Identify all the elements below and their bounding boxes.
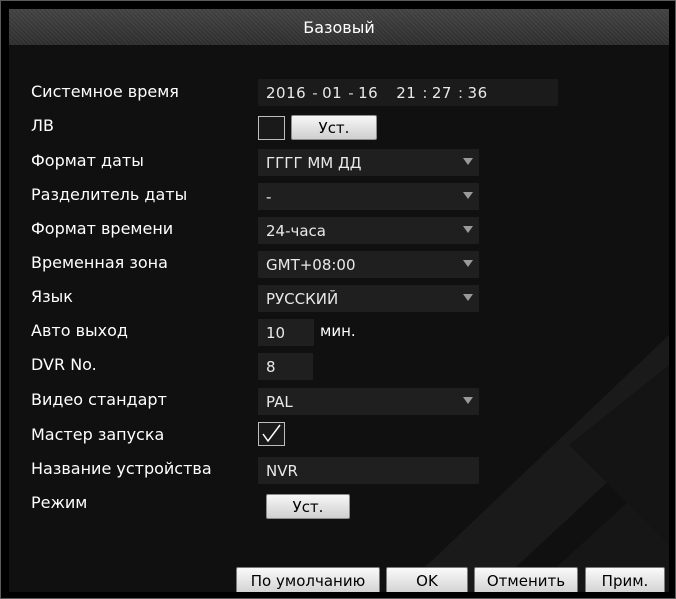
- dialog-title: Базовый: [303, 17, 375, 37]
- cancel-button[interactable]: Отменить: [474, 567, 578, 592]
- dialog-titlebar: Базовый: [9, 9, 669, 46]
- device-name-input[interactable]: NVR: [258, 457, 479, 484]
- video-standard-label: Видео стандарт: [31, 390, 167, 409]
- startup-wizard-label: Мастер запуска: [31, 425, 165, 444]
- chevron-down-icon[interactable]: [463, 397, 473, 404]
- time-format-label: Формат времени: [31, 219, 174, 238]
- language-label: Язык: [31, 287, 73, 306]
- system-time-second[interactable]: 36: [468, 84, 488, 102]
- system-time-hour[interactable]: 21: [396, 84, 416, 102]
- date-separator-value: -: [266, 187, 272, 206]
- time-separator-2: :: [457, 83, 464, 102]
- system-time-label: Системное время: [31, 82, 179, 101]
- date-separator-2: -: [348, 83, 355, 102]
- mode-label: Режим: [31, 493, 88, 512]
- date-separator-select[interactable]: -: [258, 183, 479, 210]
- device-name-label: Название устройства: [31, 459, 212, 478]
- default-button[interactable]: По умолчанию: [236, 567, 380, 592]
- date-format-select[interactable]: ГГГГ ММ ДД: [258, 149, 479, 176]
- video-standard-select[interactable]: PAL: [258, 388, 479, 415]
- auto-logout-unit: мин.: [320, 322, 356, 340]
- chevron-down-icon[interactable]: [463, 294, 473, 301]
- date-separator-label: Разделитель даты: [31, 185, 188, 204]
- language-select[interactable]: РУССКИЙ: [258, 285, 479, 312]
- settings-panel: Системное время 2016 - 01 - 16 21 : 27 :…: [9, 45, 669, 592]
- apply-button[interactable]: Прим.: [585, 567, 665, 592]
- time-format-value: 24-часа: [266, 221, 326, 240]
- startup-wizard-checkbox[interactable]: [258, 422, 285, 446]
- chevron-down-icon[interactable]: [463, 192, 473, 199]
- checkmark-icon: [262, 424, 281, 443]
- system-time-month[interactable]: 01: [322, 84, 342, 102]
- auto-logout-input[interactable]: 10: [258, 319, 314, 346]
- chevron-down-icon[interactable]: [463, 260, 473, 267]
- system-time-minute[interactable]: 27: [432, 84, 452, 102]
- ok-button[interactable]: OK: [386, 567, 468, 592]
- time-zone-select[interactable]: GMT+08:00: [258, 251, 479, 278]
- date-format-label: Формат даты: [31, 151, 144, 170]
- date-separator-1: -: [312, 83, 319, 102]
- chevron-down-icon[interactable]: [463, 226, 473, 233]
- dst-checkbox[interactable]: [258, 116, 285, 140]
- chevron-down-icon[interactable]: [463, 158, 473, 165]
- video-standard-value: PAL: [266, 392, 293, 411]
- mode-setup-button[interactable]: Уст.: [266, 494, 350, 519]
- auto-logout-label: Авто выход: [31, 321, 128, 340]
- settings-dialog: Базовый Системное время 2016 - 01 - 16 2…: [0, 0, 676, 599]
- dst-label: ЛВ: [31, 116, 55, 135]
- language-value: РУССКИЙ: [266, 289, 339, 308]
- system-time-year[interactable]: 2016: [266, 84, 306, 102]
- time-zone-value: GMT+08:00: [266, 255, 356, 274]
- system-time-field[interactable]: 2016 - 01 - 16 21 : 27 : 36: [258, 79, 558, 106]
- time-zone-label: Временная зона: [31, 253, 168, 272]
- system-time-day[interactable]: 16: [358, 84, 378, 102]
- dvr-no-input[interactable]: 8: [258, 353, 313, 380]
- time-separator-1: :: [422, 83, 428, 102]
- dst-setup-button[interactable]: Уст.: [291, 115, 377, 140]
- dvr-no-label: DVR No.: [31, 355, 97, 374]
- time-format-select[interactable]: 24-часа: [258, 217, 479, 244]
- date-format-value: ГГГГ ММ ДД: [266, 153, 362, 172]
